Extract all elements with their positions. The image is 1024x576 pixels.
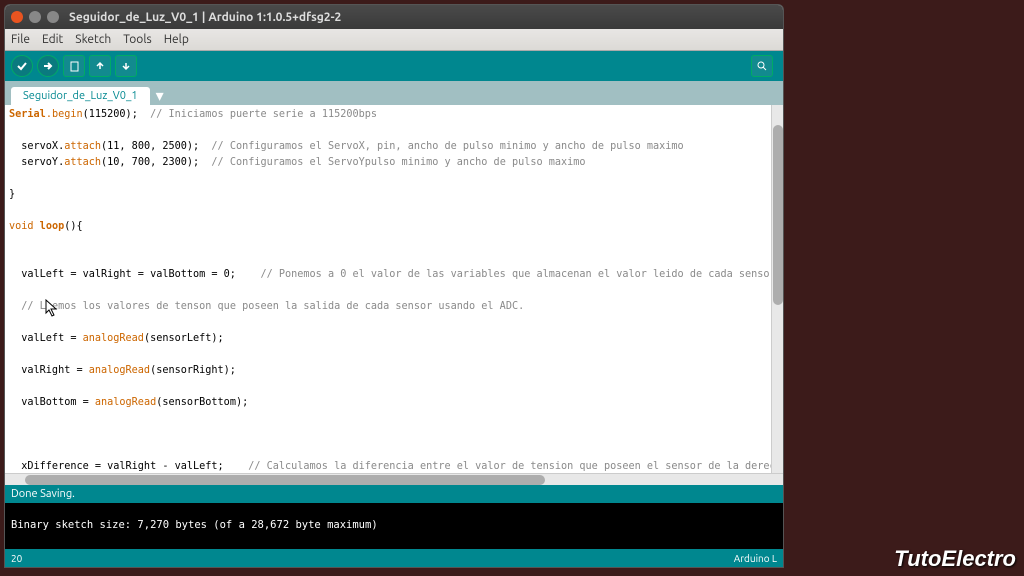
menu-edit[interactable]: Edit xyxy=(42,33,63,46)
window-controls xyxy=(11,11,59,23)
code-token: (){ xyxy=(64,221,82,232)
menu-help[interactable]: Help xyxy=(164,33,189,46)
code-token: (11, 800, 2500); xyxy=(101,141,211,152)
menu-file[interactable]: File xyxy=(11,33,30,46)
code-token: } xyxy=(9,189,15,200)
status-bar: Done Saving. xyxy=(5,485,783,503)
horizontal-scrollbar[interactable] xyxy=(5,473,783,485)
code-token: attach xyxy=(64,141,101,152)
code-token xyxy=(9,301,21,312)
maximize-icon[interactable] xyxy=(47,11,59,23)
console-line: Binary sketch size: 7,270 bytes (of a 28… xyxy=(11,519,378,531)
code-token: valBottom = xyxy=(9,397,95,408)
code-token: servoY. xyxy=(9,157,64,168)
scrollbar-thumb[interactable] xyxy=(25,475,545,485)
code-token: (sensorBottom); xyxy=(156,397,248,408)
footer-bar: 20 Arduino L xyxy=(5,549,783,567)
status-message: Done Saving. xyxy=(11,488,75,500)
minimize-icon[interactable] xyxy=(29,11,41,23)
code-token: (sensorRight); xyxy=(150,365,236,376)
code-editor[interactable]: Serial.begin(115200); // Iniciamos puert… xyxy=(5,105,771,473)
console-output[interactable]: Binary sketch size: 7,270 bytes (of a 28… xyxy=(5,503,783,549)
menu-tools[interactable]: Tools xyxy=(123,33,152,46)
code-token: valRight = xyxy=(9,365,89,376)
code-comment: // Iniciamos puerte serie a 115200bps xyxy=(150,109,377,120)
code-token: servoX. xyxy=(9,141,64,152)
verify-button[interactable] xyxy=(11,55,33,77)
menu-sketch[interactable]: Sketch xyxy=(75,33,111,46)
tab-main[interactable]: Seguidor_de_Luz_V0_1 xyxy=(11,87,150,105)
code-token: Serial xyxy=(9,109,46,120)
save-button[interactable] xyxy=(115,55,137,77)
menubar: File Edit Sketch Tools Help xyxy=(5,29,783,51)
serial-monitor-button[interactable] xyxy=(751,55,773,77)
code-token: (115200); xyxy=(83,109,150,120)
tab-bar: Seguidor_de_Luz_V0_1 ▾ xyxy=(5,81,783,105)
code-token: attach xyxy=(64,157,101,168)
code-token: analogRead xyxy=(83,333,144,344)
code-token: (sensorLeft); xyxy=(144,333,224,344)
code-comment: // Leemos los valores de tenson que pose… xyxy=(21,301,524,312)
code-token: (10, 700, 2300); xyxy=(101,157,211,168)
tab-menu-icon[interactable]: ▾ xyxy=(150,86,170,105)
code-token: valLeft = valRight = valBottom = 0; xyxy=(9,269,260,280)
new-button[interactable] xyxy=(63,55,85,77)
toolbar xyxy=(5,51,783,81)
code-keyword: loop xyxy=(34,221,65,232)
window-titlebar: Seguidor_de_Luz_V0_1 | Arduino 1:1.0.5+d… xyxy=(5,5,783,29)
code-token: xDifference = valRight - valLeft; xyxy=(9,461,248,472)
code-token: .begin xyxy=(46,109,83,120)
code-token: analogRead xyxy=(95,397,156,408)
watermark-brand: TutoElectro xyxy=(894,546,1016,572)
code-comment: // Configuramos el ServoX, pin, ancho de… xyxy=(211,141,683,152)
arduino-ide-window: Seguidor_de_Luz_V0_1 | Arduino 1:1.0.5+d… xyxy=(4,4,784,568)
code-token: analogRead xyxy=(89,365,150,376)
vertical-scrollbar[interactable] xyxy=(771,105,783,473)
code-comment: // Calculamos la diferencia entre el val… xyxy=(248,461,771,472)
scrollbar-thumb[interactable] xyxy=(773,125,783,305)
editor-area: Serial.begin(115200); // Iniciamos puert… xyxy=(5,105,783,473)
code-keyword: void xyxy=(9,221,34,232)
board-name: Arduino L xyxy=(734,553,777,564)
code-comment: // Ponemos a 0 el valor de las variables… xyxy=(260,269,771,280)
code-token: valLeft = xyxy=(9,333,83,344)
line-number: 20 xyxy=(11,553,22,564)
code-comment: // Configuramos el ServoYpulso minimo y … xyxy=(211,157,585,168)
open-button[interactable] xyxy=(89,55,111,77)
close-icon[interactable] xyxy=(11,11,23,23)
upload-button[interactable] xyxy=(37,55,59,77)
window-title: Seguidor_de_Luz_V0_1 | Arduino 1:1.0.5+d… xyxy=(69,11,341,24)
